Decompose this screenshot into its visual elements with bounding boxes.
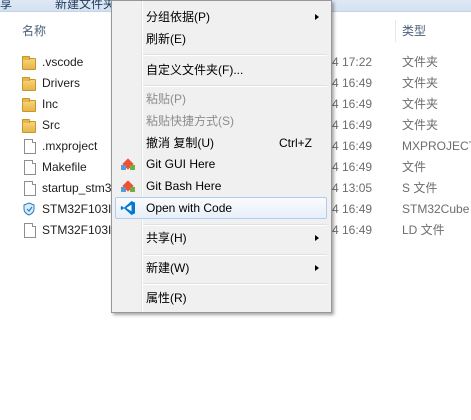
menu-item-label: Git GUI Here: [146, 157, 216, 171]
file-name: Src: [42, 118, 60, 132]
menu-item-customize-folder[interactable]: 自定义文件夹(F)...: [115, 59, 327, 81]
git-bash-icon: [120, 178, 136, 194]
folder-icon: [22, 98, 36, 112]
menu-item-new[interactable]: 新建(W): [115, 257, 327, 279]
menu-separator: [143, 85, 327, 87]
file-type: 文件夹: [402, 76, 439, 90]
file-type: LD 文件: [402, 223, 445, 237]
file-name: .vscode: [42, 55, 84, 69]
column-header-type[interactable]: 类型: [402, 20, 426, 42]
menu-item-label: 粘贴快捷方式(S): [146, 114, 234, 128]
new-folder-toolbar-button[interactable]: 新建文件夹: [55, 0, 115, 11]
folder-icon: [22, 56, 36, 70]
file-date: 4 17:22: [332, 55, 373, 69]
file-icon: [24, 139, 36, 154]
file-icon: [24, 160, 36, 175]
file-type: 文件夹: [402, 97, 439, 111]
file-date: 4 16:49: [332, 97, 373, 111]
menu-item-label: Open with Code: [146, 201, 233, 215]
file-icon: [24, 223, 36, 238]
share-toolbar-button[interactable]: 享: [0, 0, 12, 11]
submenu-arrow-icon: [315, 235, 319, 241]
file-type: 文件: [402, 160, 427, 174]
column-header-name[interactable]: 名称: [22, 20, 46, 42]
menu-separator: [143, 254, 327, 256]
file-type: STM32Cube: [402, 202, 470, 216]
menu-separator: [143, 224, 327, 226]
menu-item-label: 刷新(E): [146, 32, 186, 46]
menu-item-properties[interactable]: 属性(R): [115, 287, 327, 309]
menu-item-label: 共享(H): [146, 231, 187, 245]
menu-item-label: 新建(W): [146, 261, 190, 275]
submenu-arrow-icon: [315, 265, 319, 271]
menu-item-label: 撤消 复制(U): [146, 136, 214, 150]
file-type: MXPROJECT: [402, 139, 471, 153]
menu-separator: [143, 54, 327, 56]
file-date: 4 13:05: [332, 181, 373, 195]
menu-item-group-by[interactable]: 分组依据(P): [115, 6, 327, 28]
menu-item-label: 分组依据(P): [146, 10, 210, 24]
file-name: .mxproject: [42, 139, 98, 153]
menu-item-label: 属性(R): [146, 291, 187, 305]
file-icon: [24, 181, 36, 196]
menu-item-git-gui[interactable]: Git GUI Here: [115, 153, 327, 175]
menu-item-share[interactable]: 共享(H): [115, 227, 327, 249]
file-date: 4 16:49: [332, 76, 373, 90]
menu-item-shortcut: Ctrl+Z: [279, 136, 312, 150]
file-date: 4 16:49: [332, 223, 373, 237]
folder-icon: [22, 77, 36, 91]
folder-icon: [22, 119, 36, 133]
file-date: 4 16:49: [332, 139, 373, 153]
file-name: Makefile: [42, 160, 87, 174]
menu-item-label: Git Bash Here: [146, 179, 222, 193]
menu-item-refresh[interactable]: 刷新(E): [115, 28, 327, 50]
menu-item-paste-shortcut: 粘贴快捷方式(S): [115, 110, 327, 132]
menu-separator: [143, 283, 327, 285]
menu-item-label: 粘贴(P): [146, 92, 186, 106]
file-type: 文件夹: [402, 55, 439, 69]
submenu-arrow-icon: [315, 14, 319, 20]
file-name: STM32F103I: [42, 202, 112, 216]
file-date: 4 16:49: [332, 118, 373, 132]
vscode-icon: [120, 200, 136, 216]
file-type: S 文件: [402, 181, 438, 195]
file-date: 4 16:49: [332, 160, 373, 174]
menu-item-undo-copy[interactable]: 撤消 复制(U) Ctrl+Z: [115, 132, 327, 154]
menu-item-label: 自定义文件夹(F)...: [146, 63, 244, 77]
file-name: Drivers: [42, 76, 80, 90]
column-divider[interactable]: [395, 20, 396, 42]
context-menu: 分组依据(P) 刷新(E) 自定义文件夹(F)... 粘贴(P) 粘贴快捷方式(…: [111, 0, 332, 313]
file-name: Inc: [42, 97, 59, 111]
file-type: 文件夹: [402, 118, 439, 132]
file-name: startup_stm3: [42, 181, 112, 195]
menu-item-open-with-code[interactable]: Open with Code: [115, 197, 327, 219]
menu-item-git-bash[interactable]: Git Bash Here: [115, 175, 327, 197]
menu-item-paste: 粘贴(P): [115, 88, 327, 110]
git-gui-icon: [120, 156, 136, 172]
shield-icon: [22, 202, 36, 216]
file-date: 4 16:49: [332, 202, 373, 216]
file-name: STM32F103I: [42, 223, 112, 237]
